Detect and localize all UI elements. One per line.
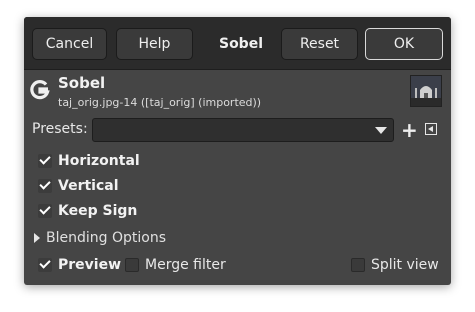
- split-view-checkbox[interactable]: Split view: [351, 257, 439, 273]
- sobel-dialog: Cancel Help Sobel Reset OK Sobel taj_ori…: [24, 17, 451, 285]
- presets-combo[interactable]: [92, 118, 394, 142]
- horizontal-checkbox[interactable]: Horizontal: [38, 153, 140, 169]
- gegl-logo-icon: [30, 80, 50, 100]
- checkbox-checked-icon: [38, 154, 52, 168]
- merge-filter-checkbox[interactable]: Merge filter: [125, 257, 226, 273]
- filter-title: Sobel: [58, 74, 106, 92]
- reset-button[interactable]: Reset: [281, 28, 358, 60]
- cancel-button[interactable]: Cancel: [32, 28, 107, 60]
- help-button[interactable]: Help: [116, 28, 193, 60]
- split-view-label: Split view: [371, 257, 439, 273]
- preview-checkbox[interactable]: Preview: [38, 257, 121, 273]
- dialog-title: Sobel: [218, 36, 264, 52]
- horizontal-label: Horizontal: [58, 153, 140, 169]
- filter-subtitle: taj_orig.jpg-14 ([taj_orig] (imported)): [58, 96, 262, 109]
- preset-menu-icon[interactable]: [425, 123, 437, 135]
- keep-sign-checkbox[interactable]: Keep Sign: [38, 203, 137, 219]
- vertical-checkbox[interactable]: Vertical: [38, 178, 119, 194]
- checkbox-checked-icon: [38, 204, 52, 218]
- blending-options-label: Blending Options: [46, 230, 166, 246]
- header-bar: Cancel Help Sobel Reset OK: [24, 17, 451, 70]
- presets-label: Presets:: [32, 121, 88, 137]
- chevron-down-icon: [375, 127, 387, 134]
- checkbox-unchecked-icon: [125, 258, 139, 272]
- image-thumbnail: [410, 75, 442, 107]
- vertical-label: Vertical: [58, 178, 119, 194]
- ok-button[interactable]: OK: [365, 28, 443, 60]
- merge-filter-label: Merge filter: [145, 257, 226, 273]
- preview-label: Preview: [58, 257, 122, 273]
- checkbox-checked-icon: [38, 179, 52, 193]
- blending-options-expander[interactable]: Blending Options: [34, 230, 166, 246]
- triangle-right-icon: [34, 233, 40, 243]
- checkbox-unchecked-icon: [351, 258, 365, 272]
- checkbox-checked-icon: [38, 258, 52, 272]
- add-preset-plus-icon[interactable]: +: [401, 118, 418, 142]
- keep-sign-label: Keep Sign: [58, 203, 138, 219]
- thumbnail-image-icon: [411, 76, 441, 106]
